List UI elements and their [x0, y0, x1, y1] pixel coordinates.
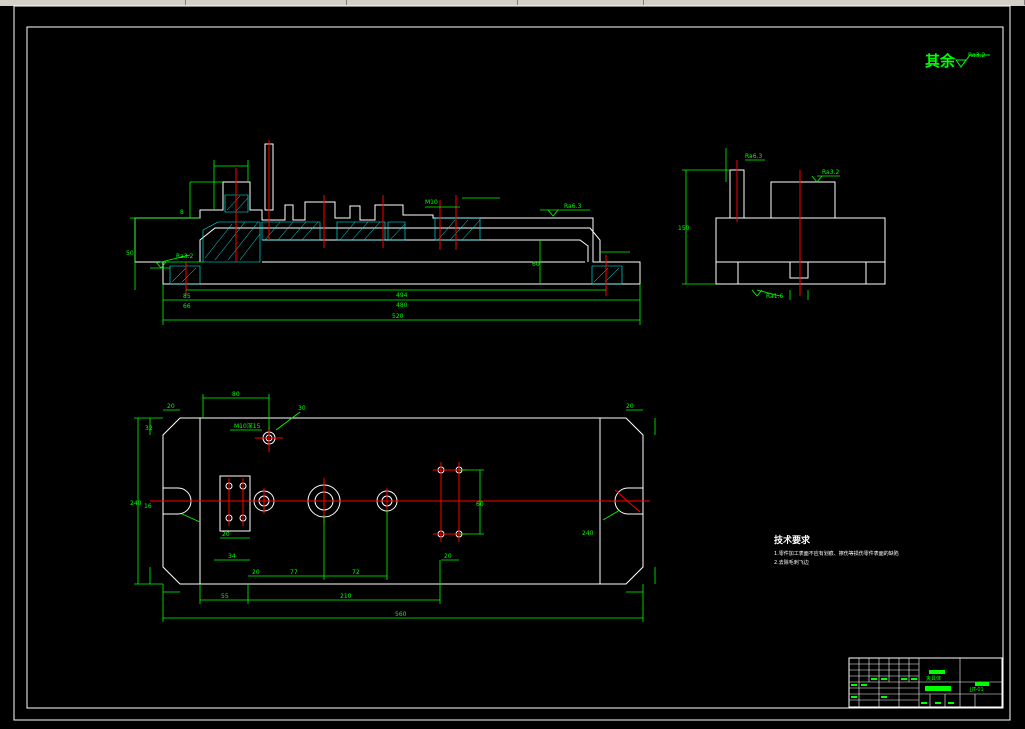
dim-text: 80 — [232, 391, 240, 398]
side-view-boss — [770, 181, 836, 219]
dim-text: 60 — [476, 501, 484, 508]
roughness-note-value: Ra3.2 — [968, 52, 985, 59]
hatch-lines — [171, 195, 620, 283]
tech-req-item: 2.去除毛刺飞边 — [774, 559, 809, 566]
side-view-detail — [737, 262, 867, 284]
drawing-name: 夹具体 — [926, 675, 941, 682]
dim-text: Ra3.2 — [822, 169, 839, 176]
dim-text: 20 — [222, 531, 230, 538]
dim-text: 16 — [144, 503, 152, 510]
dim-text: 85 — [183, 293, 191, 300]
dim-text: M10深15 — [234, 422, 261, 430]
dim-text: 20 — [252, 569, 260, 576]
front-view-outline — [134, 181, 641, 285]
general-roughness-note: 其余 Ra3.2 — [925, 52, 990, 70]
top-view-holes — [225, 431, 463, 538]
top-center-lines — [150, 425, 650, 542]
dim-text: 34 — [228, 553, 236, 560]
dim-text: 32 — [145, 425, 153, 432]
side-dimension-lines — [682, 148, 840, 300]
dim-text: 210 — [340, 593, 352, 600]
dim-text: 480 — [396, 302, 408, 309]
title-fill — [929, 670, 945, 674]
dim-text: 150 — [678, 225, 690, 232]
dim-text: Ra3.2 — [176, 253, 193, 260]
title-block: 夹具体 JJT-01 — [848, 657, 1003, 708]
roughness-note-label: 其余 — [925, 52, 956, 70]
dim-text: Ra6.3 — [745, 153, 762, 160]
dim-text: 494 — [396, 292, 408, 299]
dim-text: 20 — [167, 403, 175, 410]
dim-text: 60 — [532, 261, 540, 268]
dim-text: 30 — [298, 405, 306, 412]
dim-text: 240 — [130, 500, 142, 507]
dim-text: 66 — [183, 303, 191, 310]
cad-drawing-canvas[interactable]: 其余 Ra3.2 494 480 520 85 66 50 60 8 M10 R… — [0, 0, 1025, 729]
dim-text: 20 — [626, 403, 634, 410]
dim-text: 55 — [221, 593, 229, 600]
dim-text: 8 — [180, 209, 184, 216]
dim-text: 560 — [395, 611, 407, 618]
dim-text: Ra6.3 — [564, 203, 581, 210]
dim-text: 20 — [444, 553, 452, 560]
dim-text: M10 — [425, 199, 438, 206]
top-view: 80 M10深15 30 560 20 16 32 240 55 210 20 … — [130, 391, 656, 622]
dim-text: 72 — [352, 569, 360, 576]
side-center-lines — [736, 160, 801, 296]
dim-text: 50 — [126, 250, 134, 257]
tech-req-title: 技术要求 — [774, 534, 811, 546]
drawing-code: JJT-01 — [969, 687, 984, 693]
side-view: 150 Ra3.2 Ra6.3 Ra1.6 — [678, 148, 886, 300]
drawing-frame — [26, 26, 1004, 709]
title-fill — [925, 686, 951, 691]
front-dimension-texts: 494 480 520 85 66 50 60 8 M10 Ra6.3 Ra3.… — [126, 199, 581, 320]
side-dimension-texts: 150 Ra3.2 Ra6.3 Ra1.6 — [678, 153, 839, 300]
dim-text: 520 — [392, 313, 404, 320]
front-view: 494 480 520 85 66 50 60 8 M10 Ra6.3 Ra3.… — [126, 140, 641, 325]
dim-text: 240 — [582, 530, 594, 537]
front-view-slot — [262, 239, 589, 262]
technical-requirements: 技术要求 1.零件加工表面不应有划痕、擦伤等损伤零件表面的缺陷 2.去除毛刺飞边 — [774, 534, 899, 566]
front-dimension-lines — [130, 160, 641, 325]
dim-text: Ra1.6 — [766, 293, 783, 300]
tech-req-item: 1.零件加工表面不应有划痕、擦伤等损伤零件表面的缺陷 — [774, 550, 899, 557]
code-fill — [975, 682, 989, 686]
dim-text: 77 — [290, 569, 298, 576]
